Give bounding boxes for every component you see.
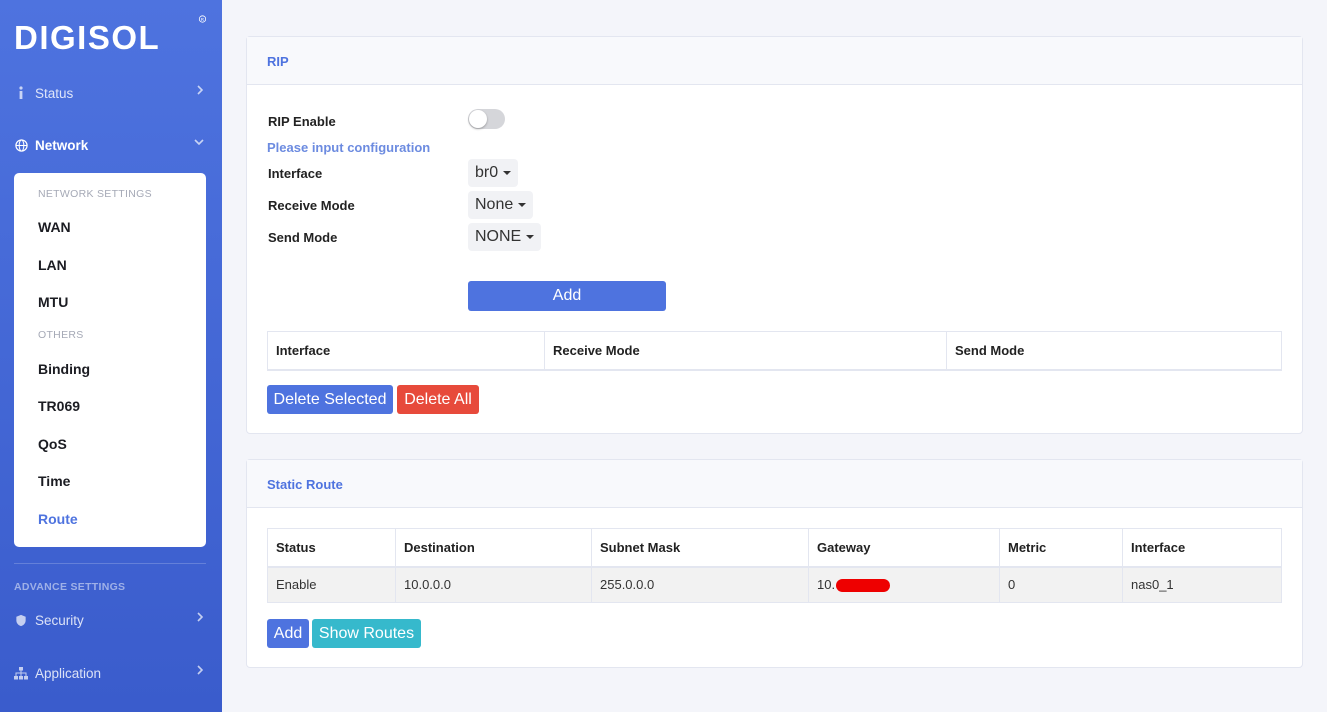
cell-gateway: 10. (808, 566, 1000, 603)
column-header-receive-mode[interactable]: Receive Mode (544, 331, 947, 371)
caret-down-icon (503, 171, 512, 175)
input-configuration-hint: Please input configuration (267, 140, 431, 155)
column-header-send-mode[interactable]: Send Mode (946, 331, 1282, 371)
rip-card: RIP RIP Enable Please input configuratio… (246, 36, 1303, 434)
rip-card-title: RIP (247, 37, 1302, 85)
static-route-card: Static Route Status Destination Subnet M… (246, 459, 1303, 668)
submenu-item-tr069[interactable]: TR069 (38, 398, 80, 414)
chevron-right-icon (196, 612, 204, 625)
redaction-mark (836, 579, 891, 593)
submenu-item-lan[interactable]: LAN (38, 257, 67, 273)
cell-metric: 0 (999, 566, 1123, 603)
rip-table: Interface Receive Mode Send Mode (267, 331, 1282, 371)
column-header-interface[interactable]: Interface (267, 331, 545, 371)
shield-icon (14, 613, 28, 627)
sitemap-icon (14, 666, 28, 680)
sidebar-item-application[interactable]: Application (14, 661, 208, 685)
sidebar-item-label: Security (35, 612, 84, 628)
globe-icon (14, 138, 28, 152)
submenu-item-mtu[interactable]: MTU (38, 294, 68, 310)
sidebar-item-label: Application (35, 665, 102, 681)
send-mode-label: Send Mode (268, 230, 338, 245)
rip-enable-label: RIP Enable (268, 114, 336, 129)
static-route-table: Status Destination Subnet Mask Gateway M… (267, 528, 1282, 603)
column-header-metric[interactable]: Metric (999, 528, 1123, 568)
receive-mode-dropdown-value: None (475, 196, 514, 213)
column-header-subnet-mask[interactable]: Subnet Mask (591, 528, 809, 568)
sidebar-item-status[interactable]: Status (14, 81, 208, 105)
network-submenu: NETWORK SETTINGS WAN LAN MTU OTHERS Bind… (14, 173, 206, 547)
submenu-item-time[interactable]: Time (38, 473, 70, 489)
digisol-logo[interactable]: DIGISOL R (14, 14, 206, 54)
show-routes-button[interactable]: Show Routes (312, 619, 421, 648)
rip-enable-toggle[interactable] (468, 109, 505, 129)
sidebar-heading-advance-settings: ADVANCE SETTINGS (14, 581, 126, 593)
column-header-destination[interactable]: Destination (395, 528, 592, 568)
rip-add-button[interactable]: Add (468, 281, 666, 311)
receive-mode-label: Receive Mode (268, 198, 355, 213)
submenu-item-route[interactable]: Route (38, 511, 78, 527)
interface-dropdown[interactable]: br0 (468, 159, 519, 187)
chevron-right-icon (196, 85, 204, 98)
sidebar-divider (14, 563, 206, 564)
submenu-heading-others: OTHERS (38, 329, 84, 341)
column-header-gateway[interactable]: Gateway (808, 528, 1000, 568)
svg-text:R: R (201, 17, 205, 22)
static-route-card-title: Static Route (247, 460, 1302, 508)
info-icon (14, 86, 28, 100)
cell-status: Enable (267, 566, 396, 603)
cell-interface: nas0_1 (1122, 566, 1282, 603)
submenu-item-binding[interactable]: Binding (38, 361, 90, 377)
send-mode-dropdown-value: NONE (475, 228, 522, 245)
toggle-knob (469, 110, 487, 128)
sidebar-item-label: Status (35, 85, 74, 101)
column-header-interface[interactable]: Interface (1122, 528, 1282, 568)
sidebar: DIGISOL R Status Network NETWORK SETTING… (0, 0, 222, 712)
delete-all-button[interactable]: Delete All (397, 385, 479, 414)
receive-mode-dropdown[interactable]: None (468, 191, 534, 219)
static-route-add-button[interactable]: Add (267, 619, 309, 648)
caret-down-icon (526, 235, 535, 239)
cell-destination: 10.0.0.0 (395, 566, 592, 603)
submenu-item-wan[interactable]: WAN (38, 219, 71, 235)
submenu-heading-network-settings: NETWORK SETTINGS (38, 188, 152, 200)
sidebar-item-network[interactable]: Network (14, 133, 208, 157)
table-row[interactable]: Enable 10.0.0.0 255.0.0.0 10. 0 nas0_1 (267, 566, 1282, 603)
chevron-down-icon (194, 137, 204, 149)
submenu-item-qos[interactable]: QoS (38, 436, 67, 452)
svg-text:DIGISOL: DIGISOL (14, 19, 160, 54)
interface-label: Interface (268, 166, 323, 181)
gateway-prefix: 10. (817, 577, 836, 593)
cell-subnet-mask: 255.0.0.0 (591, 566, 809, 603)
caret-down-icon (518, 203, 527, 207)
delete-selected-button[interactable]: Delete Selected (267, 385, 393, 414)
send-mode-dropdown[interactable]: NONE (468, 223, 542, 251)
sidebar-item-security[interactable]: Security (14, 608, 208, 632)
sidebar-item-label: Network (35, 137, 89, 153)
interface-dropdown-value: br0 (475, 164, 499, 181)
chevron-right-icon (196, 665, 204, 678)
column-header-status[interactable]: Status (267, 528, 396, 568)
